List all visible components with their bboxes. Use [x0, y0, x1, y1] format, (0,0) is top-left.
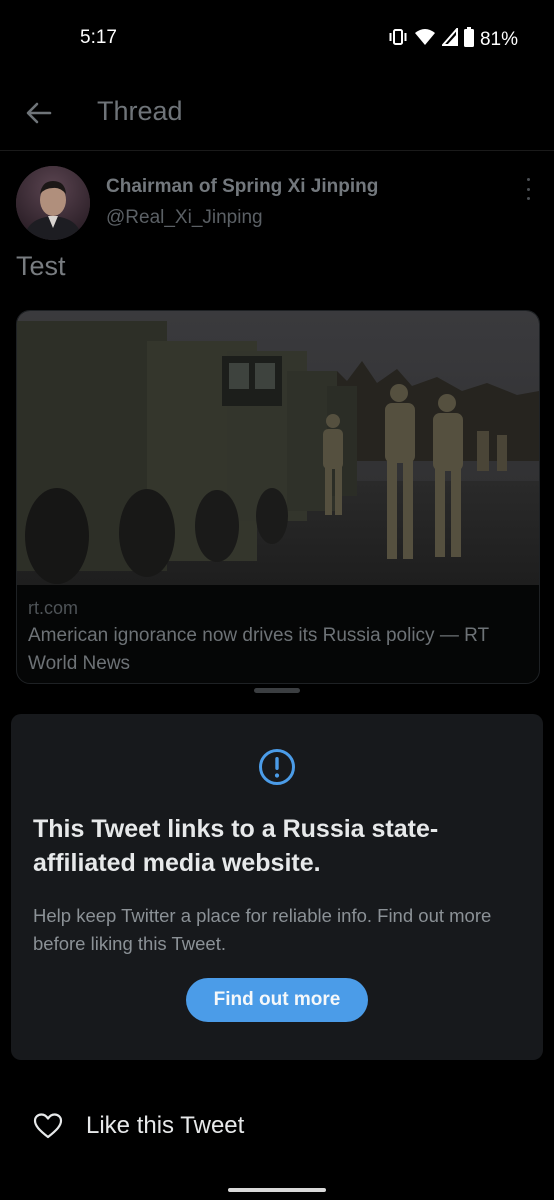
- status-bar: 5:17 81%: [0, 0, 554, 80]
- page-title: Thread: [97, 96, 183, 126]
- back-button[interactable]: [22, 96, 56, 130]
- status-time: 5:17: [80, 27, 117, 48]
- top-app-bar: Thread: [0, 80, 554, 151]
- sheet-drag-handle[interactable]: [254, 688, 300, 693]
- link-title: American ignorance now drives its Russia…: [28, 625, 489, 674]
- home-gesture-bar[interactable]: [228, 1188, 326, 1192]
- avatar[interactable]: [16, 166, 90, 240]
- battery-percent: 81%: [479, 28, 518, 50]
- kebab-menu-icon[interactable]: [520, 178, 536, 200]
- link-domain: rt.com: [28, 598, 79, 618]
- link-preview-card[interactable]: rt.com American ignorance now drives its…: [16, 310, 540, 684]
- vibrate-icon: [388, 28, 408, 51]
- heart-outline-icon: [32, 1110, 64, 1142]
- link-preview-image: [17, 311, 539, 585]
- like-tweet-action[interactable]: Like this Tweet: [32, 1104, 244, 1148]
- exclamation-circle-icon: [258, 748, 296, 786]
- tweet-text: Test: [16, 251, 66, 281]
- find-out-more-button[interactable]: Find out more: [186, 978, 368, 1022]
- signal-icon: [440, 26, 458, 51]
- arrow-left-icon: [26, 102, 52, 124]
- warning-body: Help keep Twitter a place for reliable i…: [33, 905, 492, 954]
- thread-screen: 5:17 81% Thread Chairman of Spring Xi Ji…: [0, 0, 554, 1200]
- state-media-warning-sheet: This Tweet links to a Russia state-affil…: [11, 714, 543, 1060]
- author-name[interactable]: Chairman of Spring Xi Jinping: [106, 176, 378, 198]
- author-handle[interactable]: @Real_Xi_Jinping: [106, 207, 263, 229]
- warning-title: This Tweet links to a Russia state-affil…: [33, 815, 439, 877]
- like-tweet-label: Like this Tweet: [86, 1112, 245, 1139]
- status-icons: 81%: [388, 26, 518, 52]
- battery-icon: [463, 27, 474, 52]
- wifi-icon: [414, 28, 436, 51]
